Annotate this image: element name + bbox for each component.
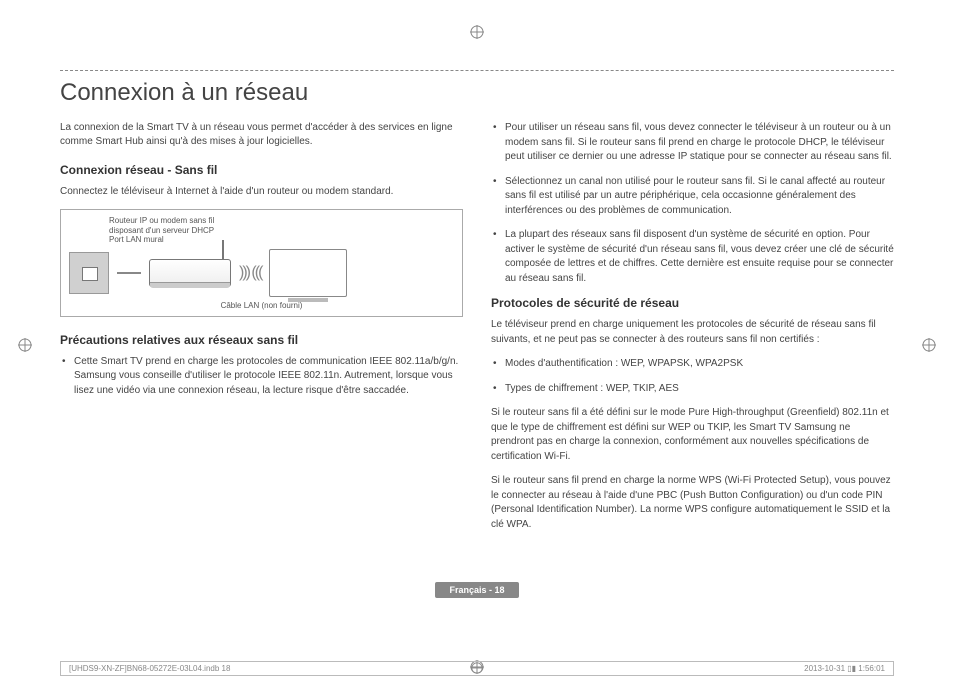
page-number-badge: Français - 18 [435, 582, 518, 598]
list-item: La plupart des réseaux sans fil disposen… [491, 228, 894, 286]
protocols-intro: Le téléviseur prend en charge uniquement… [491, 318, 894, 347]
section-heading-protocols: Protocoles de sécurité de réseau [491, 296, 894, 310]
tv-icon [269, 249, 347, 297]
footer-left: [UHDS9-XN-ZF]BN68-05272E-03L04.indb 18 [69, 664, 230, 673]
cable-icon [117, 272, 141, 274]
intro-text: La connexion de la Smart TV à un réseau … [60, 121, 463, 149]
diagram-label: Routeur IP ou modem sans fil [109, 216, 454, 226]
print-footer: [UHDS9-XN-ZF]BN68-05272E-03L04.indb 18 2… [60, 661, 894, 676]
list-item: Types de chiffrement : WEP, TKIP, AES [491, 382, 894, 397]
page-title: Connexion à un réseau [60, 79, 894, 107]
wifi-subtext: Connectez le téléviseur à Internet à l'a… [60, 185, 463, 199]
divider [60, 70, 894, 71]
crop-mark-icon [471, 662, 483, 676]
wifi-waves-icon: ))) ((( [239, 264, 261, 282]
protocols-paragraph: Si le routeur sans fil a été défini sur … [491, 406, 894, 464]
wall-port-icon [69, 252, 109, 294]
diagram-label: disposant d'un serveur DHCP [109, 226, 454, 236]
footer-right: 2013-10-31 ▯▮ 1:56:01 [804, 664, 885, 673]
list-item: Pour utiliser un réseau sans fil, vous d… [491, 121, 894, 165]
network-diagram: Routeur IP ou modem sans fil disposant d… [60, 209, 463, 317]
protocols-paragraph: Si le routeur sans fil prend en charge l… [491, 474, 894, 532]
list-item: Cette Smart TV prend en charge les proto… [60, 355, 463, 399]
list-item: Modes d'authentification : WEP, WPAPSK, … [491, 357, 894, 372]
section-heading-precautions: Précautions relatives aux réseaux sans f… [60, 333, 463, 347]
list-item: Sélectionnez un canal non utilisé pour l… [491, 175, 894, 219]
router-icon [149, 259, 231, 287]
cable-label: Câble LAN (non fourni) [69, 301, 454, 310]
section-heading-wifi: Connexion réseau - Sans fil [60, 163, 463, 177]
diagram-label: Port LAN mural [109, 235, 454, 245]
